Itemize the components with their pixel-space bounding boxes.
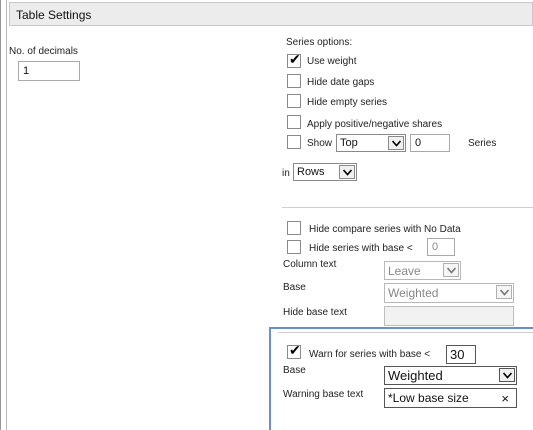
column-text-select[interactable]: Leave <box>384 261 461 280</box>
hide-date-gaps-checkbox[interactable] <box>287 74 301 88</box>
hide-empty-series-checkbox[interactable] <box>287 94 301 108</box>
hide-base-input[interactable]: 0 <box>427 238 455 256</box>
table-settings-header: Table Settings <box>9 2 533 26</box>
use-weight-checkbox[interactable]: ✔ <box>287 51 301 68</box>
warn-base-checkbox[interactable]: ✔ <box>287 342 301 359</box>
warning-text-label: Warning base text <box>283 389 364 400</box>
show-select-value: Top <box>340 137 358 149</box>
hide-base-text-input[interactable] <box>384 306 514 326</box>
clear-icon[interactable]: × <box>501 391 509 406</box>
hide-empty-series-label: Hide empty series <box>307 97 388 108</box>
hide-base-checkbox[interactable] <box>287 240 301 254</box>
in-label: in <box>282 168 290 179</box>
base-select-value: Weighted <box>388 286 439 300</box>
hide-date-gaps-label: Hide date gaps <box>307 77 375 88</box>
use-weight-label: Use weight <box>307 56 357 67</box>
chevron-down-icon <box>388 136 404 150</box>
warning-text-input[interactable]: *Low base size × <box>384 388 517 408</box>
chevron-down-icon <box>339 165 355 179</box>
warn-base-select[interactable]: Weighted <box>384 366 517 385</box>
apply-shares-label: Apply positive/negative shares <box>307 119 443 130</box>
hide-no-data-checkbox[interactable] <box>287 221 301 235</box>
warn-base-select-label: Base <box>283 365 306 376</box>
hide-no-data-label: Hide compare series with No Data <box>309 224 461 235</box>
chevron-down-icon <box>443 263 459 277</box>
warn-base-input[interactable]: 30 <box>446 345 476 364</box>
show-count-input[interactable]: 0 <box>410 134 450 152</box>
in-select[interactable]: Rows <box>293 163 357 181</box>
show-checkbox[interactable] <box>287 135 301 149</box>
decimals-input[interactable]: 1 <box>18 61 80 81</box>
check-icon: ✔ <box>289 342 301 358</box>
warn-base-label: Warn for series with base < <box>309 349 431 360</box>
warn-divider <box>278 332 533 333</box>
decimals-label: No. of decimals <box>9 46 78 57</box>
section-divider <box>282 207 533 208</box>
show-suffix-label: Series <box>468 138 497 149</box>
chevron-down-icon <box>499 368 515 382</box>
base-label: Base <box>283 282 306 293</box>
chevron-down-icon <box>496 285 512 299</box>
apply-shares-checkbox[interactable] <box>287 115 301 129</box>
header-title: Table Settings <box>16 8 92 22</box>
show-select[interactable]: Top <box>336 134 406 152</box>
check-icon: ✔ <box>289 51 301 67</box>
series-options-title: Series options: <box>286 37 353 48</box>
show-label: Show <box>307 138 333 149</box>
column-text-value: Leave <box>388 264 421 278</box>
hide-base-text-label: Hide base text <box>283 307 347 318</box>
warn-base-select-value: Weighted <box>388 368 443 383</box>
warning-text-value: *Low base size <box>388 391 469 405</box>
base-select[interactable]: Weighted <box>384 283 514 303</box>
in-select-value: Rows <box>297 166 325 178</box>
hide-base-label: Hide series with base < <box>309 243 413 254</box>
frame-edge <box>0 0 2 430</box>
column-text-label: Column text <box>283 259 337 270</box>
